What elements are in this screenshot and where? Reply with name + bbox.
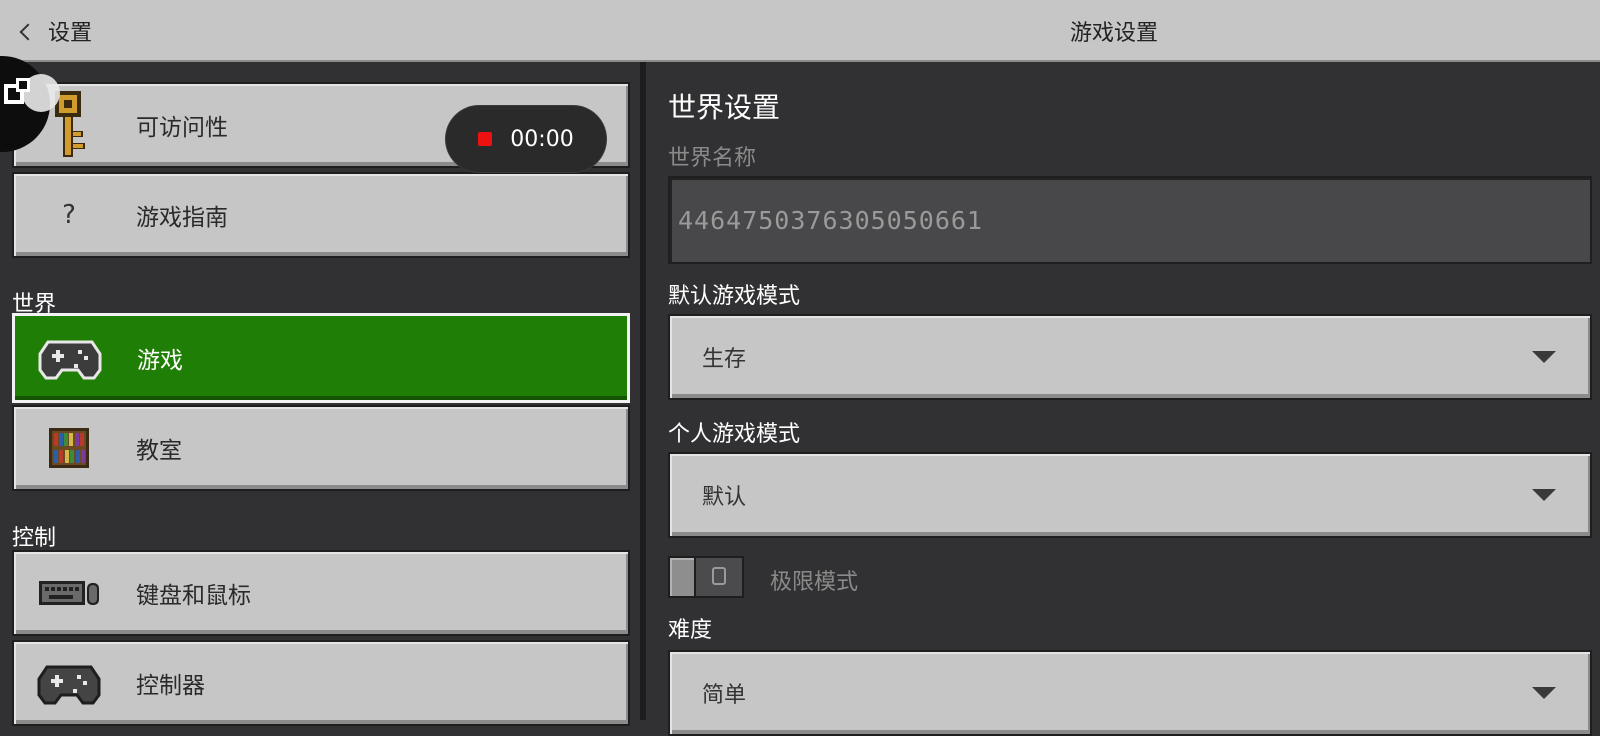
screen-recorder-pill[interactable]: 00:00 — [446, 106, 606, 172]
back-button[interactable]: 设置 — [19, 15, 93, 47]
back-label: 设置 — [48, 21, 93, 46]
gamepad-icon — [34, 648, 104, 718]
sidebar-item-label: 教室 — [136, 438, 182, 464]
section-heading-world-settings: 世界设置 — [668, 91, 781, 124]
world-name-field[interactable]: 4464750376305050661 — [668, 176, 1592, 264]
hardcore-mode-label: 极限模式 — [770, 570, 859, 595]
dropdown-value: 生存 — [702, 347, 747, 372]
record-icon — [478, 132, 493, 146]
toggle-off-icon — [712, 567, 726, 585]
sidebar-item-label: 键盘和鼠标 — [136, 583, 251, 609]
sidebar-item-label: 游戏 — [137, 348, 183, 374]
section-controls-heading: 控制 — [12, 526, 57, 551]
page-title: 游戏设置 — [1070, 21, 1159, 46]
dropdown-value: 简单 — [702, 683, 747, 708]
recorder-time: 00:00 — [510, 126, 574, 152]
sidebar-item-classroom[interactable]: 教室 — [12, 405, 630, 491]
puzzle-icon — [4, 78, 30, 104]
keyboard-icon — [34, 558, 104, 628]
default-game-mode-label: 默认游戏模式 — [668, 284, 801, 309]
top-bar: 设置 游戏设置 — [0, 0, 1600, 62]
sidebar-item-controller[interactable]: 控制器 — [12, 640, 630, 726]
personal-game-mode-label: 个人游戏模式 — [668, 422, 801, 447]
chevron-down-icon — [1532, 351, 1556, 363]
gamepad-icon — [35, 323, 105, 393]
chevron-left-icon — [19, 23, 37, 41]
bookshelf-icon — [34, 413, 104, 483]
difficulty-dropdown[interactable]: 简单 — [668, 650, 1592, 736]
personal-game-mode-dropdown[interactable]: 默认 — [668, 452, 1592, 538]
sidebar-item-label: 游戏指南 — [136, 205, 228, 231]
sidebar-item-game[interactable]: 游戏 — [12, 313, 630, 403]
chevron-down-icon — [1532, 489, 1556, 501]
sidebar-item-keyboard-mouse[interactable]: 键盘和鼠标 — [12, 550, 630, 636]
default-game-mode-dropdown[interactable]: 生存 — [668, 314, 1592, 400]
world-name-label: 世界名称 — [668, 146, 757, 171]
chevron-down-icon — [1532, 687, 1556, 699]
world-name-value: 4464750376305050661 — [678, 205, 983, 235]
question-icon: ? — [62, 200, 76, 230]
sidebar-item-label: 可访问性 — [136, 115, 228, 141]
dropdown-value: 默认 — [702, 485, 747, 510]
toggle-knob — [668, 556, 696, 598]
hardcore-mode-toggle[interactable] — [668, 556, 744, 598]
sidebar-item-game-guide[interactable]: ? 游戏指南 — [12, 172, 630, 258]
difficulty-label: 难度 — [668, 618, 713, 643]
sidebar-item-label: 控制器 — [136, 673, 205, 699]
